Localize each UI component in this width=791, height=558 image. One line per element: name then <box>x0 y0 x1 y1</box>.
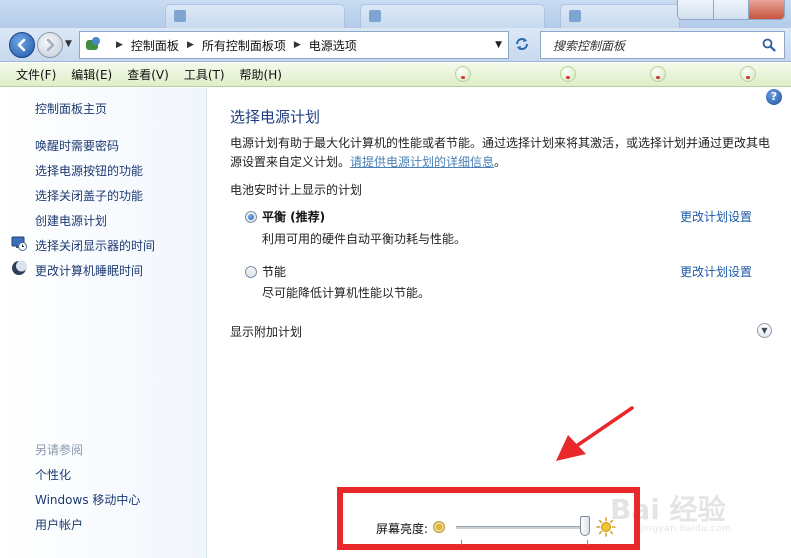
arrow-left-icon <box>17 38 26 52</box>
chevron-down-icon[interactable]: ▼ <box>495 40 502 50</box>
menu-file[interactable]: 文件(F) <box>6 66 61 83</box>
browser-tab[interactable] <box>560 4 680 28</box>
expand-chevron-icon[interactable]: ▼ <box>757 323 772 338</box>
plan-balanced-settings-link[interactable]: 更改计划设置 <box>680 208 752 225</box>
chevron-right-icon[interactable]: ▶ <box>294 40 301 50</box>
slider-tick <box>587 540 588 545</box>
close-button[interactable] <box>749 0 784 19</box>
plan-power-saver-name[interactable]: 节能 <box>262 263 286 280</box>
brightness-low-icon <box>433 521 445 533</box>
brightness-slider-thumb[interactable] <box>580 516 591 536</box>
slider-tick <box>461 540 462 545</box>
breadcrumb-all-items[interactable]: 所有控制面板项 <box>202 37 286 54</box>
breadcrumb[interactable]: ▶ 控制面板 ▶ 所有控制面板项 ▶ 电源选项 ▼ <box>79 31 509 59</box>
highlight-box <box>337 487 640 550</box>
browser-tab[interactable] <box>360 4 545 28</box>
breadcrumb-power-options[interactable]: 电源选项 <box>309 37 357 54</box>
address-bar: ▼ ▶ 控制面板 ▶ 所有控制面板项 ▶ 电源选项 ▼ 搜索控制面板 <box>0 28 791 62</box>
forward-button[interactable] <box>37 32 63 58</box>
sidebar: 控制面板主页 唤醒时需要密码 选择电源按钮的功能 选择关闭盖子的功能 创建电源计… <box>0 88 207 558</box>
sidebar-item-lid-close[interactable]: 选择关闭盖子的功能 <box>35 187 143 204</box>
plan-power-saver-description: 尽可能降低计算机性能以节能。 <box>262 286 431 300</box>
decor-bubble-icon <box>455 66 471 82</box>
decor-bubble-icon <box>560 66 576 82</box>
sidebar-item-display-off[interactable]: 选择关闭显示器的时间 <box>35 237 155 254</box>
see-also-mobility-center[interactable]: Windows 移动中心 <box>35 491 140 508</box>
annotation-arrow-icon <box>556 406 634 461</box>
search-input[interactable]: 搜索控制面板 <box>540 31 785 59</box>
control-panel-icon <box>84 37 102 53</box>
moon-icon <box>12 260 27 275</box>
history-dropdown-icon[interactable]: ▼ <box>65 39 72 49</box>
sidebar-item-power-button[interactable]: 选择电源按钮的功能 <box>35 162 143 179</box>
plan-power-saver-radio[interactable] <box>245 266 257 278</box>
sidebar-home-link[interactable]: 控制面板主页 <box>35 100 107 117</box>
plan-balanced-name[interactable]: 平衡 (推荐) <box>262 208 325 225</box>
window-controls <box>677 0 785 20</box>
search-icon[interactable] <box>762 38 776 52</box>
sidebar-item-create-plan[interactable]: 创建电源计划 <box>35 212 107 229</box>
see-also-personalization[interactable]: 个性化 <box>35 466 71 483</box>
menu-tools[interactable]: 工具(T) <box>174 66 230 83</box>
title-bar <box>0 0 791 28</box>
tab-icon <box>369 10 381 22</box>
page-title: 选择电源计划 <box>230 108 321 126</box>
back-button[interactable] <box>9 32 35 58</box>
menu-view[interactable]: 查看(V) <box>117 66 174 83</box>
plan-balanced-description: 利用可用的硬件自动平衡功耗与性能。 <box>262 232 467 246</box>
refresh-button[interactable] <box>512 35 532 55</box>
see-also-user-accounts[interactable]: 用户帐户 <box>35 516 83 533</box>
plans-group-title: 电池安时计上显示的计划 <box>230 183 363 197</box>
show-additional-plans-label[interactable]: 显示附加计划 <box>230 323 302 340</box>
plan-details-link[interactable]: 请提供电源计划的详细信息 <box>350 155 494 169</box>
page-description: 电源计划有助于最大化计算机的性能或者节能。通过选择计划来将其激活，或选择计划并通… <box>230 134 775 172</box>
tab-icon <box>174 10 186 22</box>
plan-power-saver-settings-link[interactable]: 更改计划设置 <box>680 263 752 280</box>
minimize-button[interactable] <box>678 0 714 19</box>
menu-bar: 文件(F) 编辑(E) 查看(V) 工具(T) 帮助(H) <box>0 63 791 87</box>
refresh-icon <box>516 38 528 50</box>
decor-bubble-icon <box>650 66 666 82</box>
chevron-right-icon[interactable]: ▶ <box>116 40 123 50</box>
watermark-url: jingyan.baidu.com <box>640 524 732 534</box>
decor-bubble-icon <box>740 66 756 82</box>
description-end: 。 <box>494 155 507 169</box>
search-placeholder: 搜索控制面板 <box>553 38 626 53</box>
sidebar-item-wake-password[interactable]: 唤醒时需要密码 <box>35 137 119 154</box>
brightness-slider[interactable] <box>456 526 588 529</box>
maximize-button[interactable] <box>713 0 750 19</box>
arrow-right-icon <box>46 38 55 52</box>
chevron-right-icon[interactable]: ▶ <box>187 40 194 50</box>
brightness-high-icon <box>596 517 616 537</box>
help-icon[interactable]: ? <box>766 89 782 105</box>
plan-balanced-radio[interactable] <box>245 211 257 223</box>
brightness-label: 屏幕亮度: <box>376 522 429 536</box>
see-also-heading: 另请参阅 <box>35 443 84 457</box>
menu-help[interactable]: 帮助(H) <box>230 66 287 83</box>
browser-tab[interactable] <box>165 4 345 28</box>
menu-edit[interactable]: 编辑(E) <box>61 66 117 83</box>
monitor-clock-icon <box>11 236 27 251</box>
breadcrumb-control-panel[interactable]: 控制面板 <box>131 37 179 54</box>
tab-icon <box>569 10 581 22</box>
sidebar-item-sleep[interactable]: 更改计算机睡眠时间 <box>35 262 143 279</box>
